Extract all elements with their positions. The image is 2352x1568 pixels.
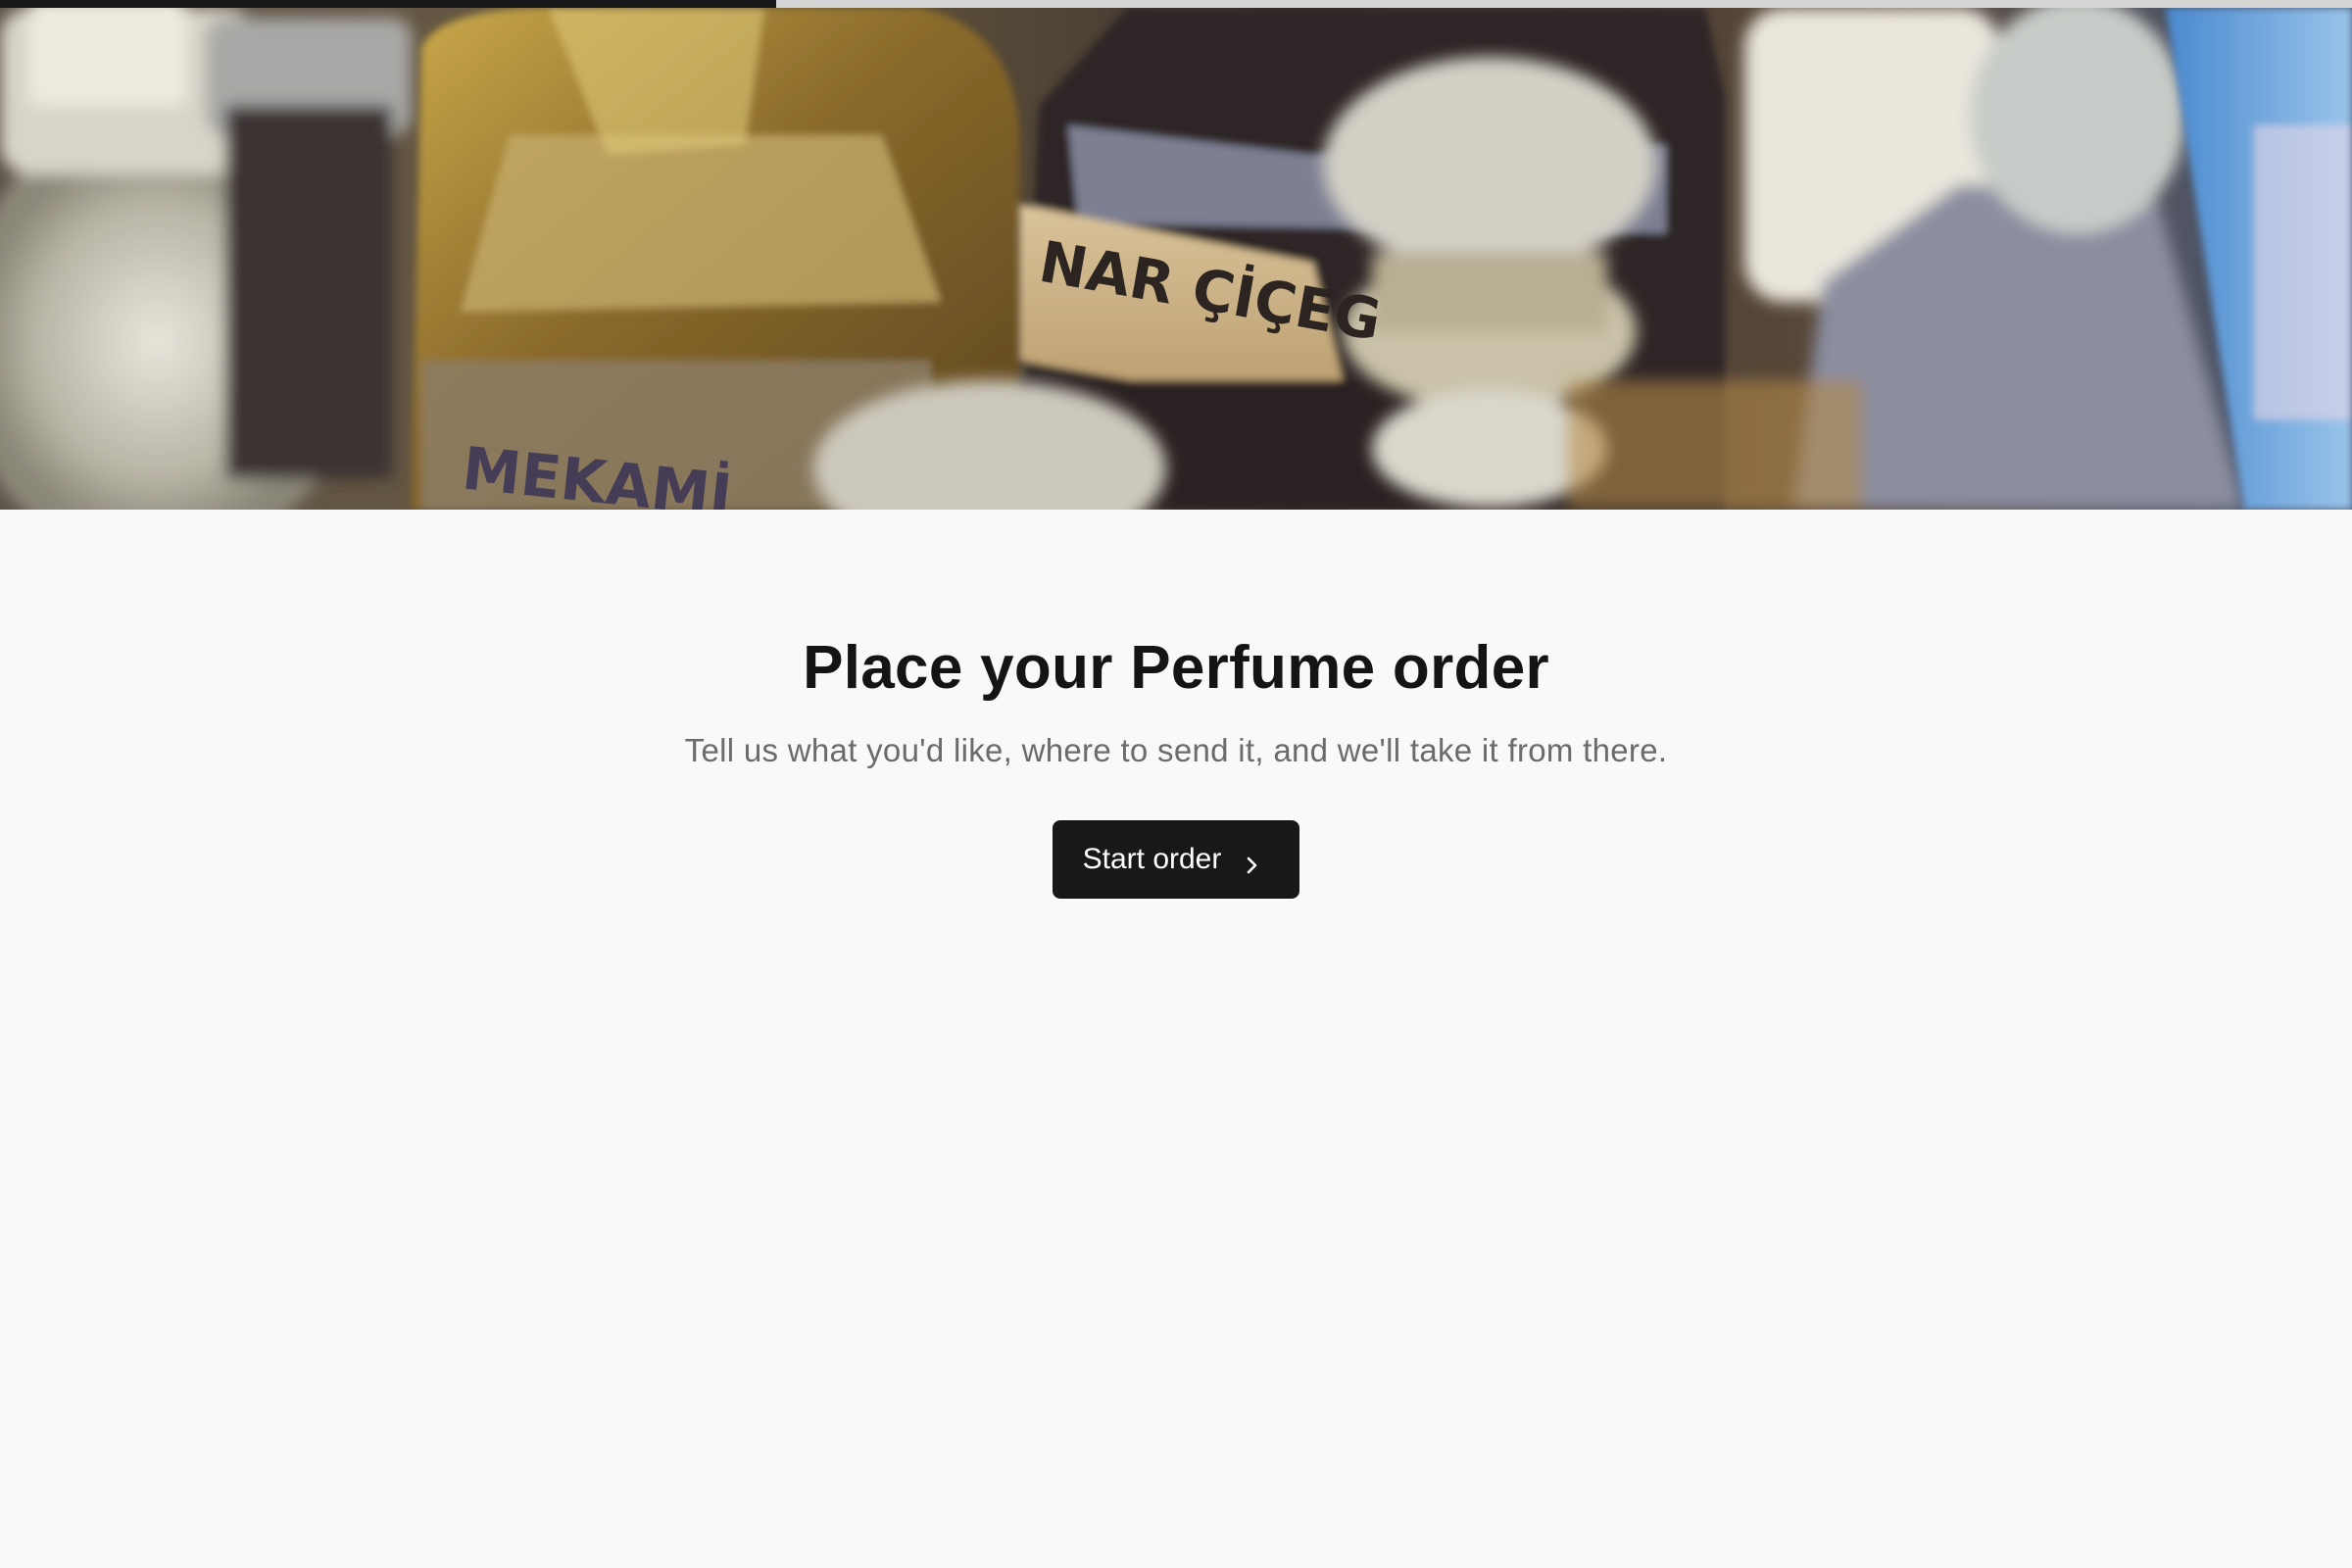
start-order-button[interactable]: Start order bbox=[1052, 820, 1300, 899]
progress-bar-fill bbox=[0, 0, 776, 8]
start-order-button-label: Start order bbox=[1082, 843, 1222, 875]
page-title: Place your Perfume order bbox=[803, 634, 1549, 702]
hero-image: NAR ÇİÇEG MEKAMİ bbox=[0, 8, 2352, 510]
order-intro: Place your Perfume order Tell us what yo… bbox=[0, 510, 2352, 899]
progress-bar bbox=[0, 0, 2352, 8]
page-subtitle: Tell us what you'd like, where to send i… bbox=[684, 732, 1668, 768]
chevron-right-icon bbox=[1243, 850, 1262, 874]
perfume-bottles-photo: NAR ÇİÇEG MEKAMİ bbox=[0, 8, 2352, 510]
